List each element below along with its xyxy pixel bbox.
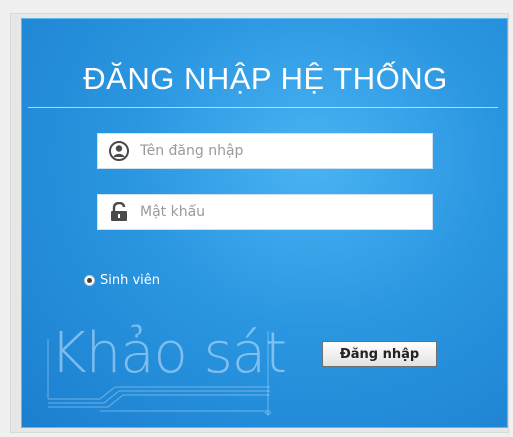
login-panel: ĐĂNG NHẬP HỆ THỐNG Sinh viên <box>21 18 508 428</box>
login-button[interactable]: Đăng nhập <box>322 341 437 367</box>
logo-text: Khảo sát <box>50 321 287 386</box>
user-icon <box>108 140 130 162</box>
page-title: ĐĂNG NHẬP HỆ THỐNG <box>83 61 448 96</box>
role-option-student[interactable]: Sinh viên <box>84 273 160 288</box>
username-field[interactable] <box>97 133 433 169</box>
lock-icon <box>108 201 130 223</box>
username-input[interactable] <box>140 143 400 159</box>
role-label: Sinh viên <box>100 273 161 288</box>
role-radio[interactable] <box>84 275 95 286</box>
password-input[interactable] <box>140 204 400 220</box>
title-divider <box>28 107 498 108</box>
survey-logo: Khảo sát <box>40 319 290 419</box>
password-field[interactable] <box>97 194 433 230</box>
